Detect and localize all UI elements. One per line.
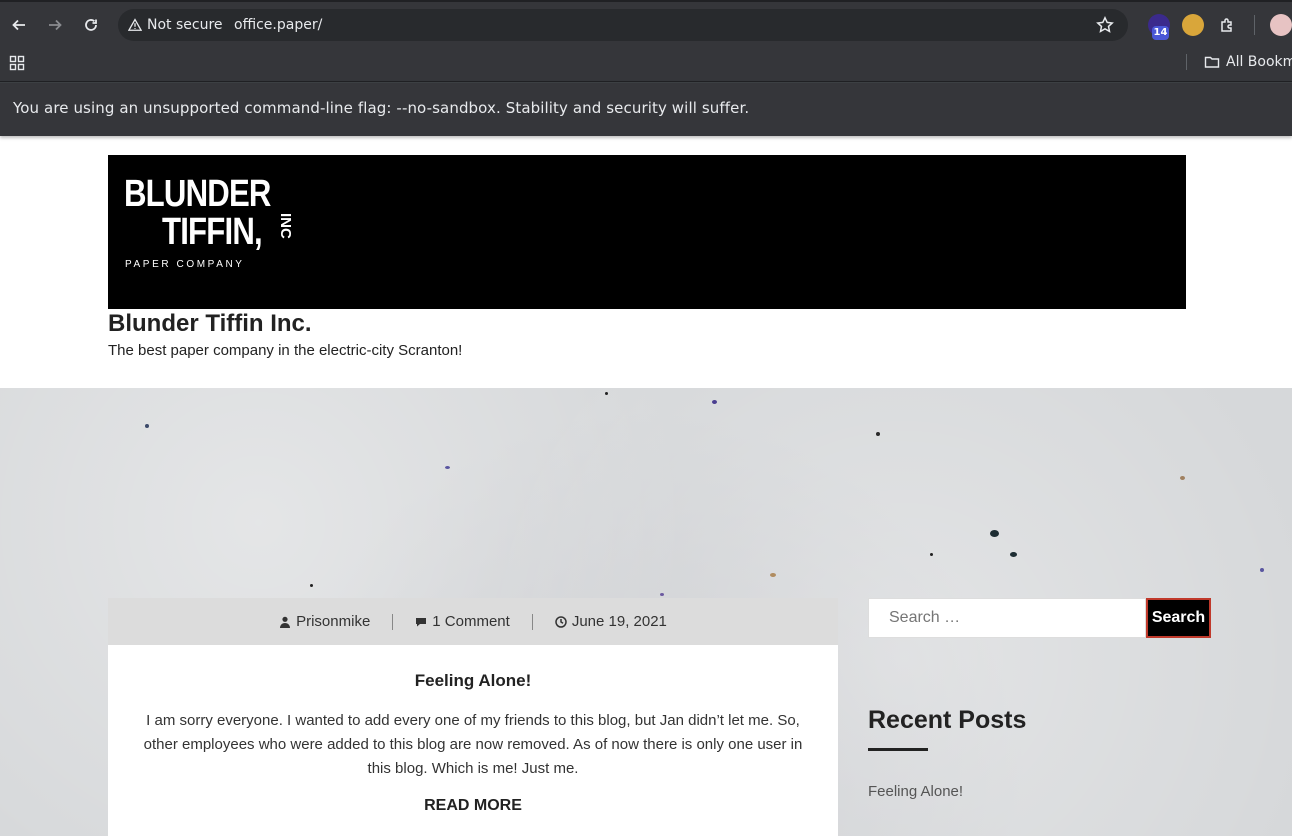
infobar-message: You are using an unsupported command-lin… — [13, 99, 750, 117]
texture-fleck — [660, 593, 664, 596]
site-title[interactable]: Blunder Tiffin Inc. — [108, 310, 312, 338]
browser-toolbar: Not secure office.paper/ 14 — [0, 0, 1292, 50]
bookmarks-bar: All Bookm — [0, 50, 1292, 82]
search-button[interactable]: Search — [1146, 598, 1211, 638]
sandbox-warning-infobar: You are using an unsupported command-lin… — [0, 82, 1292, 136]
texture-fleck — [876, 432, 880, 436]
texture-fleck — [445, 466, 450, 469]
site-description: The best paper company in the electric-c… — [108, 342, 463, 359]
apps-grid-icon[interactable] — [9, 55, 25, 71]
texture-fleck — [930, 553, 933, 556]
texture-fleck — [990, 530, 999, 537]
post-meta-bar: Prisonmike 1 Comment June 19, 2021 — [108, 598, 838, 645]
logo-line-2: TIFFIN, — [162, 211, 263, 253]
texture-fleck — [1010, 552, 1017, 557]
texture-fleck — [145, 424, 149, 428]
comment-icon — [416, 617, 427, 626]
post-comments[interactable]: 1 Comment — [415, 613, 510, 630]
post-date[interactable]: June 19, 2021 — [555, 613, 667, 630]
recent-posts-title: Recent Posts — [868, 706, 1027, 734]
post-author-name: Prisonmike — [296, 613, 371, 630]
extensions-puzzle-icon[interactable] — [1214, 12, 1240, 38]
logo-line-3: INC — [277, 213, 294, 239]
bookmark-star-icon[interactable] — [1096, 16, 1114, 34]
logo-tagline: PAPER COMPANY — [125, 259, 245, 270]
recent-post-link[interactable]: Feeling Alone! — [868, 783, 963, 800]
texture-fleck — [605, 392, 608, 395]
texture-fleck — [1180, 476, 1185, 480]
company-logo[interactable]: BLUNDER TIFFIN, INC PAPER COMPANY — [124, 173, 296, 273]
tab-strip — [0, 0, 1292, 2]
security-indicator[interactable]: Not secure — [128, 9, 223, 41]
post-comments-count: 1 Comment — [432, 613, 510, 630]
post-author[interactable]: Prisonmike — [279, 613, 370, 630]
read-more-link[interactable]: READ MORE — [108, 797, 838, 815]
all-bookmarks-label: All Bookm — [1226, 54, 1292, 70]
back-icon[interactable] — [6, 12, 32, 38]
bookmarks-divider — [1186, 54, 1187, 70]
post-excerpt: I am sorry everyone. I wanted to add eve… — [143, 712, 803, 777]
extension-badge: 14 — [1152, 26, 1169, 40]
meta-separator — [531, 613, 533, 630]
url-text[interactable]: office.paper/ — [234, 9, 322, 41]
security-label: Not secure — [147, 17, 223, 33]
texture-fleck — [310, 584, 313, 587]
texture-fleck — [1260, 568, 1264, 572]
folder-icon — [1204, 56, 1220, 68]
post-date-text: June 19, 2021 — [571, 613, 667, 630]
post-title[interactable]: Feeling Alone! — [108, 671, 838, 691]
meta-separator — [392, 613, 394, 630]
profile-avatar[interactable] — [1270, 14, 1292, 36]
all-bookmarks-button[interactable]: All Bookm — [1204, 50, 1292, 74]
address-bar[interactable]: Not secure office.paper/ — [118, 9, 1128, 41]
toolbar-divider — [1254, 15, 1255, 35]
recent-posts-underline — [868, 748, 928, 751]
user-icon — [280, 616, 291, 628]
texture-fleck — [712, 400, 717, 404]
search-input[interactable] — [868, 598, 1146, 638]
clock-icon — [555, 615, 567, 628]
extension-icon-2[interactable] — [1182, 14, 1204, 36]
header-banner[interactable]: BLUNDER TIFFIN, INC PAPER COMPANY — [108, 155, 1186, 309]
logo-line-1: BLUNDER — [124, 173, 271, 215]
post-card: Feeling Alone! I am sorry everyone. I wa… — [108, 645, 838, 836]
reload-icon[interactable] — [78, 12, 104, 38]
forward-icon[interactable] — [42, 12, 68, 38]
warning-icon — [128, 18, 142, 31]
texture-fleck — [770, 573, 776, 577]
